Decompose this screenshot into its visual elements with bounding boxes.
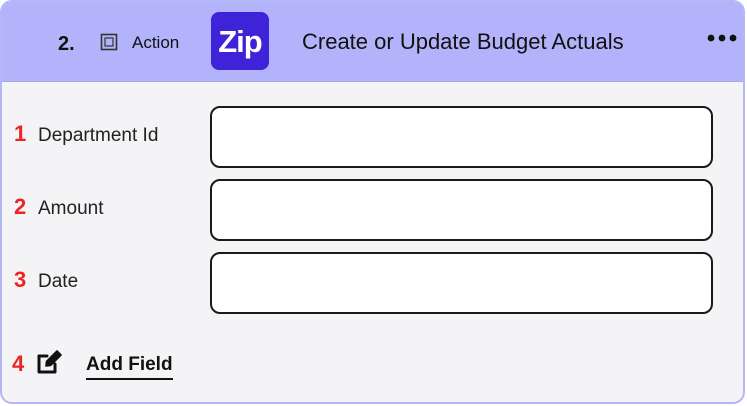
department-id-input[interactable] xyxy=(210,106,713,168)
amount-input[interactable] xyxy=(210,179,713,241)
step-number: 2. xyxy=(58,33,75,55)
field-number-badge: 1 xyxy=(14,121,27,146)
step-type-label: Action xyxy=(132,33,180,52)
more-options-button[interactable] xyxy=(702,24,742,52)
add-field-number-badge: 4 xyxy=(12,351,25,376)
department-id-label: Department Id xyxy=(38,125,159,146)
field-row-date: 3 Date xyxy=(2,252,743,314)
checkbox-square-icon xyxy=(100,33,118,51)
date-label: Date xyxy=(38,271,79,292)
date-input[interactable] xyxy=(210,252,713,314)
ellipsis-horizontal-icon xyxy=(707,34,737,42)
edit-icon[interactable] xyxy=(35,348,65,376)
add-field-button[interactable]: Add Field xyxy=(86,353,173,380)
step-title: Create or Update Budget Actuals xyxy=(302,29,624,54)
app-logo-text: Zip xyxy=(218,23,262,59)
field-row-department-id: 1 Department Id xyxy=(2,106,743,168)
amount-label: Amount xyxy=(38,198,104,219)
workflow-step-card: 2. Action Zip Create or Update Budget Ac… xyxy=(0,0,745,404)
step-header: 2. Action Zip Create or Update Budget Ac… xyxy=(2,2,743,82)
field-row-amount: 2 Amount xyxy=(2,179,743,241)
field-number-badge: 2 xyxy=(14,194,27,219)
zip-app-logo: Zip xyxy=(211,12,269,70)
field-number-badge: 3 xyxy=(14,267,27,292)
